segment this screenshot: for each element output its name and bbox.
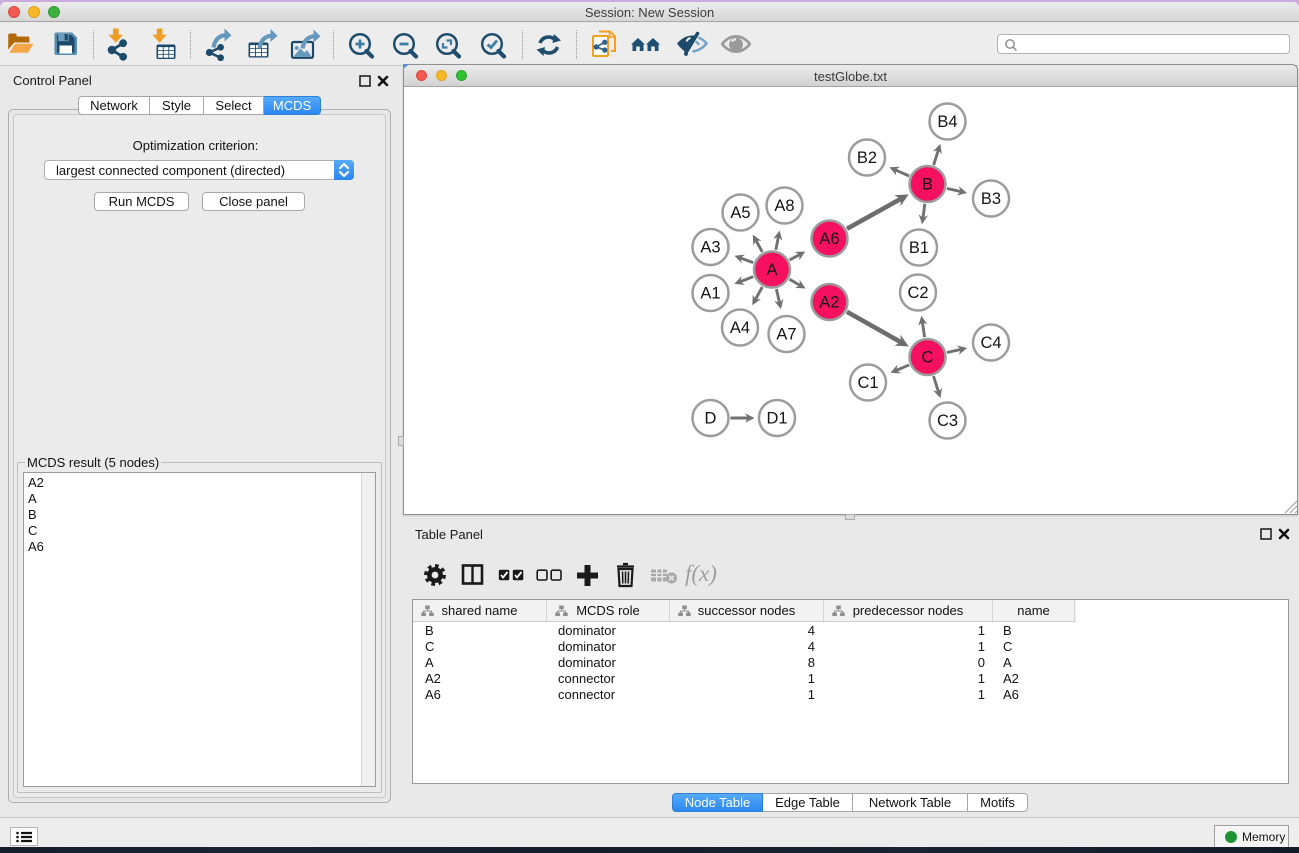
svg-text:A1: A1 <box>700 285 720 303</box>
svg-text:C2: C2 <box>907 284 928 302</box>
svg-text:A8: A8 <box>774 197 794 215</box>
svg-text:C1: C1 <box>857 374 878 392</box>
svg-text:B2: B2 <box>856 149 876 167</box>
svg-text:D1: D1 <box>766 410 787 428</box>
svg-text:A5: A5 <box>730 204 750 222</box>
svg-text:B1: B1 <box>908 239 928 257</box>
svg-text:B: B <box>921 176 932 194</box>
svg-text:A3: A3 <box>700 239 720 257</box>
svg-text:A7: A7 <box>776 326 796 344</box>
svg-text:B3: B3 <box>980 190 1000 208</box>
svg-text:A4: A4 <box>729 319 749 337</box>
svg-text:A2: A2 <box>819 294 839 312</box>
svg-text:B4: B4 <box>937 113 957 131</box>
svg-text:D: D <box>704 410 716 428</box>
svg-text:A6: A6 <box>819 230 839 248</box>
svg-text:C3: C3 <box>936 412 957 430</box>
svg-text:C: C <box>921 349 933 367</box>
svg-text:C4: C4 <box>980 334 1001 352</box>
svg-text:A: A <box>766 261 777 279</box>
